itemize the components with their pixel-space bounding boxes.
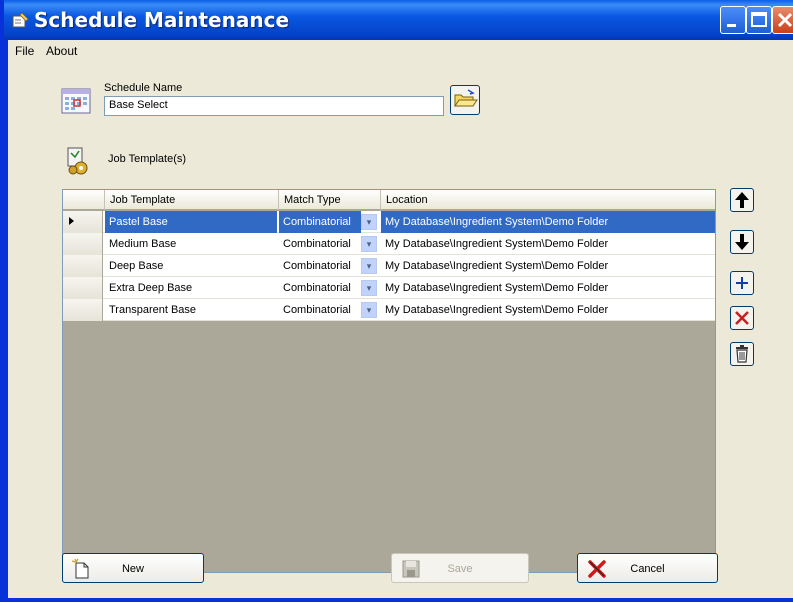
cell-match-type[interactable]: Combinatorial (279, 233, 361, 255)
cell-job-template[interactable]: Deep Base (105, 255, 277, 277)
save-button-label: Save (447, 563, 473, 575)
window-title: Schedule Maintenance (34, 8, 290, 32)
menu-file[interactable]: File (15, 44, 34, 58)
maximize-icon (751, 12, 767, 27)
maximize-button[interactable] (746, 6, 772, 34)
add-icon (736, 277, 748, 289)
match-type-dropdown-icon[interactable]: ▾ (361, 258, 377, 274)
save-button[interactable]: Save (391, 553, 529, 583)
row-header[interactable] (63, 277, 103, 299)
app-icon (12, 12, 29, 28)
menu-bar: File About (8, 40, 793, 62)
new-button-label: New (121, 563, 144, 575)
cell-match-type[interactable]: Combinatorial (279, 277, 361, 299)
table-row[interactable]: Extra Deep Base Combinatorial ▾ My Database… (63, 277, 715, 299)
table-row[interactable]: Pastel Base Combinatorial ▾ My Database\Ing… (63, 211, 715, 233)
remove-icon (735, 311, 749, 325)
row-header[interactable] (63, 255, 103, 277)
close-button[interactable] (772, 6, 793, 34)
cell-job-template[interactable]: Transparent Base (105, 299, 277, 321)
cell-location[interactable]: My Database\Ingredient System\Demo Folde… (381, 255, 715, 277)
schedule-name-label: Schedule Name (104, 82, 183, 94)
minimize-button[interactable] (720, 6, 746, 34)
folder-open-icon (454, 89, 478, 107)
move-up-button[interactable] (730, 188, 754, 212)
column-header-location[interactable]: Location (381, 190, 715, 210)
cell-job-template[interactable]: Extra Deep Base (105, 277, 277, 299)
cell-match-type[interactable]: Combinatorial (279, 255, 361, 277)
cell-match-type[interactable]: Combinatorial (279, 299, 361, 321)
table-row[interactable]: Transparent Base Combinatorial ▾ My Databas… (63, 299, 715, 321)
move-down-button[interactable] (730, 230, 754, 254)
column-header-job-template[interactable]: Job Template (105, 190, 279, 210)
move-up-icon (735, 192, 749, 208)
cell-job-template[interactable]: Pastel Base (105, 211, 277, 233)
row-header[interactable] (63, 233, 103, 255)
close-icon (777, 12, 793, 28)
row-header[interactable] (63, 299, 103, 321)
job-templates-label: Job Template(s) (108, 153, 187, 165)
job-template-grid[interactable]: Job Template Match Type Location Pastel … (62, 189, 716, 573)
match-type-dropdown-icon[interactable]: ▾ (361, 302, 377, 318)
dialog-body: File About Schedule Name Base Select Job… (8, 40, 793, 598)
open-schedule-button[interactable] (450, 85, 480, 115)
match-type-dropdown-icon[interactable]: ▾ (361, 214, 377, 230)
match-type-dropdown-icon[interactable]: ▾ (361, 236, 377, 252)
cell-location[interactable]: My Database\Ingredient System\Demo Folde… (381, 299, 715, 321)
schedule-name-input[interactable]: Base Select (104, 96, 444, 116)
cell-location[interactable]: My Database\Ingredient System\Demo Folde… (381, 277, 715, 299)
delete-icon (736, 345, 748, 363)
new-button[interactable]: New (62, 553, 204, 583)
cell-job-template[interactable]: Medium Base (105, 233, 277, 255)
match-type-dropdown-icon[interactable]: ▾ (361, 280, 377, 296)
row-header[interactable] (63, 211, 103, 233)
job-template-icon (67, 147, 88, 175)
table-row[interactable]: Medium Base Combinatorial ▾ My Database\Ing… (63, 233, 715, 255)
grid-corner (63, 190, 105, 210)
grid-header: Job Template Match Type Location (63, 190, 715, 210)
column-header-match-type[interactable]: Match Type (279, 190, 381, 210)
remove-row-button[interactable] (730, 306, 754, 330)
cancel-button[interactable]: Cancel (577, 553, 718, 583)
add-row-button[interactable] (730, 271, 754, 295)
current-row-arrow-icon (69, 217, 74, 225)
table-row[interactable]: Deep Base Combinatorial ▾ My Database\Ingre… (63, 255, 715, 277)
cell-location[interactable]: My Database\Ingredient System\Demo Folde… (381, 233, 715, 255)
cancel-button-label: Cancel (630, 563, 665, 575)
title-bar[interactable]: Schedule Maintenance (4, 0, 793, 40)
menu-about[interactable]: About (46, 44, 77, 58)
minimize-icon (727, 24, 736, 27)
application-window: Schedule Maintenance File About Schedule… (0, 0, 793, 602)
cell-match-type[interactable]: Combinatorial (279, 211, 361, 233)
delete-button[interactable] (730, 342, 754, 366)
move-down-icon (735, 234, 749, 250)
calendar-icon (61, 88, 91, 114)
cell-location[interactable]: My Database\Ingredient System\Demo Folde… (381, 211, 715, 233)
